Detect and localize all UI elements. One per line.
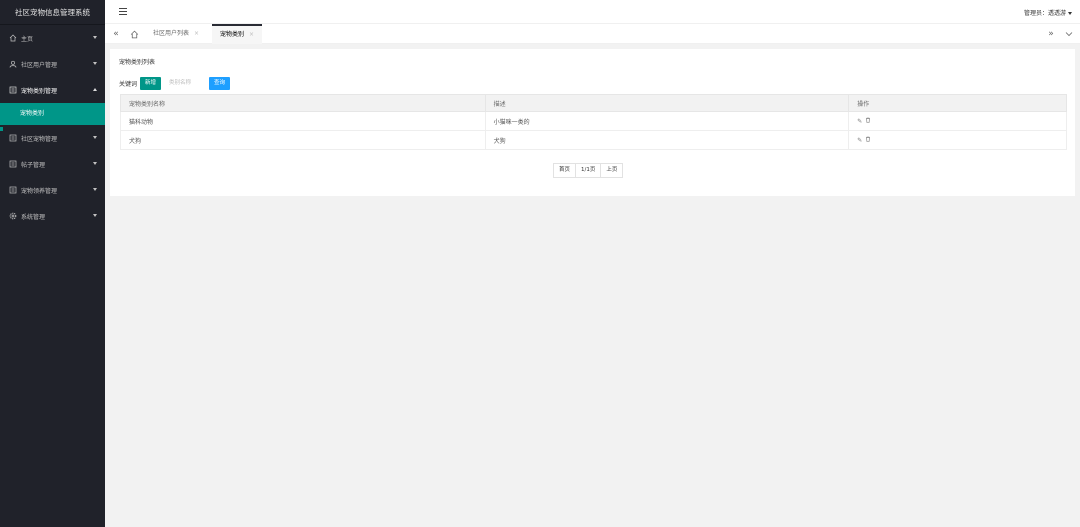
chevron-down-icon <box>93 62 97 65</box>
tab-label: 社区用户列表 <box>153 30 190 37</box>
sidebar-item-users[interactable]: 社区用户管理 <box>0 51 105 77</box>
scroll-left-icon[interactable]: « <box>107 24 125 44</box>
query-button[interactable]: 查询 <box>209 76 231 90</box>
actions-cell: ✎ <box>848 130 1067 150</box>
delete-icon[interactable] <box>865 136 871 144</box>
sidebar-item-adoption[interactable]: 宠物领养管理 <box>0 177 105 203</box>
chevron-up-icon <box>93 88 97 91</box>
list-icon <box>8 134 17 143</box>
admin-label: 管理员： <box>1023 10 1048 17</box>
tab-pet-category[interactable]: 宠物类别 × <box>212 24 263 44</box>
add-button[interactable]: 新增 <box>140 76 162 90</box>
tabs-bar: « 社区用户列表 × 宠物类别 × » <box>105 24 1080 44</box>
tab-user-list[interactable]: 社区用户列表 × <box>145 24 207 44</box>
page-title: 宠物类别列表 <box>119 59 156 66</box>
sidebar-item-home[interactable]: 主页 <box>0 25 105 51</box>
chevron-down-icon <box>93 214 97 217</box>
sidebar-subitem-pet-category[interactable]: 宠物类别 <box>0 103 105 125</box>
scroll-right-icon[interactable]: » <box>1042 24 1060 44</box>
column-header: 操作 <box>848 94 1067 112</box>
table-row: 犬狗 犬狗 ✎ <box>120 130 1067 150</box>
chevron-down-icon <box>93 36 97 39</box>
category-name-cell: 犬狗 <box>120 130 486 150</box>
active-indicator <box>0 127 3 131</box>
chevron-down-icon <box>93 162 97 165</box>
close-icon[interactable]: × <box>249 31 254 38</box>
chevron-down-icon <box>93 136 97 139</box>
admin-name: 透透游 <box>1047 10 1066 17</box>
sidebar: 社区宠物信息管理系统 主页 社区用户管理 宠物类别管理 宠物类别 社区宠物管理 … <box>0 0 105 527</box>
actions-cell: ✎ <box>848 111 1067 131</box>
table-row: 猫科动物 小猫咪一类的 ✎ <box>120 111 1067 131</box>
chevron-down-icon <box>93 188 97 191</box>
sidebar-item-system[interactable]: 系统管理 <box>0 203 105 229</box>
sidebar-item-community-pets[interactable]: 社区宠物管理 <box>0 125 105 151</box>
page-indicator: 1/1页 <box>576 164 602 177</box>
top-header: 管理员：透透游 <box>105 0 1080 24</box>
prev-page-button[interactable]: 上页 <box>601 164 622 177</box>
user-icon <box>8 60 17 69</box>
pagination: 首页 1/1页 上页 <box>553 163 624 178</box>
home-icon <box>8 34 17 43</box>
column-header: 宠物类别名称 <box>120 94 486 112</box>
chevron-down-icon[interactable] <box>1060 24 1078 44</box>
close-icon[interactable]: × <box>194 30 199 37</box>
home-tab-icon[interactable] <box>125 24 143 44</box>
list-icon <box>8 160 17 169</box>
column-header: 描述 <box>484 94 850 112</box>
category-name-cell: 猫科动物 <box>120 111 486 131</box>
tab-label: 宠物类别 <box>220 31 245 38</box>
first-page-button[interactable]: 首页 <box>554 164 577 177</box>
description-cell: 犬狗 <box>484 130 850 150</box>
category-table: 宠物类别名称 描述 操作 猫科动物 小猫咪一类的 ✎ 犬狗 犬狗 ✎ <box>120 94 1067 150</box>
gear-icon <box>8 212 17 221</box>
caret-down-icon <box>1068 12 1072 15</box>
search-input[interactable]: 类别名称 <box>164 77 206 90</box>
keyword-label: 关键词 <box>119 80 138 88</box>
list-icon <box>8 186 17 195</box>
search-bar: 关键词 新增 类别名称 查询 <box>119 76 231 90</box>
sidebar-item-pet-category[interactable]: 宠物类别管理 <box>0 77 105 103</box>
list-icon <box>8 86 17 95</box>
menu-toggle-icon[interactable] <box>119 8 127 16</box>
edit-icon[interactable]: ✎ <box>857 118 862 125</box>
admin-menu[interactable]: 管理员：透透游 <box>1024 8 1072 17</box>
edit-icon[interactable]: ✎ <box>857 137 862 144</box>
sidebar-item-posts[interactable]: 帖子管理 <box>0 151 105 177</box>
table-header-row: 宠物类别名称 描述 操作 <box>120 94 1067 112</box>
app-title: 社区宠物信息管理系统 <box>0 0 105 25</box>
delete-icon[interactable] <box>865 117 871 125</box>
description-cell: 小猫咪一类的 <box>484 111 850 131</box>
content-card: 宠物类别列表 关键词 新增 类别名称 查询 宠物类别名称 描述 操作 猫科动物 … <box>110 49 1075 196</box>
